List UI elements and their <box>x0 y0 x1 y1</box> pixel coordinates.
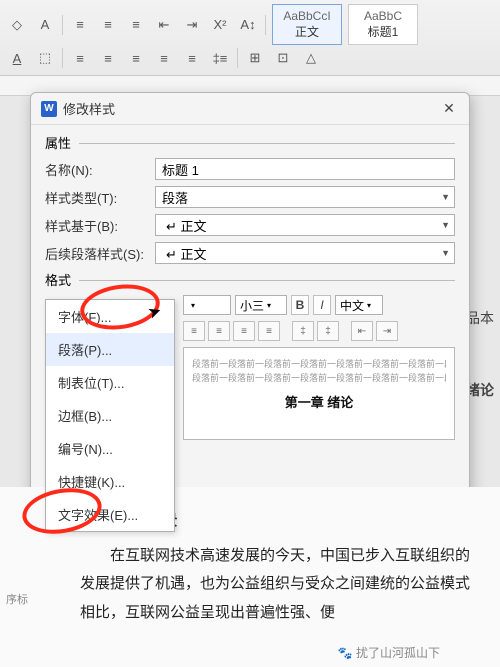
align-center-icon[interactable]: ≡ <box>97 48 119 68</box>
type-combo[interactable]: 段落▼ <box>155 186 455 208</box>
menu-numbering[interactable]: 编号(N)... <box>46 432 174 465</box>
spacing-before-btn[interactable]: ‡ <box>292 321 314 341</box>
behind-text-1: 品本 <box>466 308 494 328</box>
font-combo[interactable]: ▾ <box>183 295 231 315</box>
bullets-icon[interactable]: ≡ <box>69 15 91 35</box>
fill-color-icon[interactable]: ◇ <box>6 15 28 35</box>
indent-dec-icon[interactable]: ⇤ <box>153 15 175 35</box>
showmarks-icon[interactable]: A↕ <box>237 15 259 35</box>
doc-paragraph: 在互联网技术高速发展的今天，中国已步入互联组织的发展提供了机遇，也为公益组织与受… <box>80 542 470 628</box>
base-combo[interactable]: ↵ 正文▼ <box>155 214 455 236</box>
shading-icon[interactable]: ⬚ <box>34 48 56 68</box>
format-popup-menu: 字体(F)... 段落(P)... 制表位(T)... 边框(B)... 编号(… <box>45 299 175 532</box>
format-mini-toolbar: ▾ 小三▾ B I 中文▾ <box>183 295 455 315</box>
section-format: 格式 <box>45 270 455 289</box>
numbering-icon[interactable]: ≡ <box>97 15 119 35</box>
section-properties: 属性 <box>45 133 455 152</box>
menu-texteffect[interactable]: 文字效果(E)... <box>46 498 174 531</box>
align-justify-icon[interactable]: ≡ <box>153 48 175 68</box>
indent-dec-btn[interactable]: ⇤ <box>351 321 373 341</box>
style-chip-body[interactable]: AaBbCcI 正文 <box>272 4 342 45</box>
name-field[interactable] <box>155 158 455 180</box>
sidebar-label: 序标 <box>6 591 28 607</box>
shading2-icon[interactable]: △ <box>300 48 322 68</box>
ribbon-toolbar: ◇ A ≡ ≡ ≡ ⇤ ⇥ X² A↕ AaBbCcI 正文 AaBbC 标题1… <box>0 0 500 76</box>
bold-button[interactable]: B <box>291 295 309 315</box>
indent-inc-btn[interactable]: ⇥ <box>376 321 398 341</box>
watermark: 扰了山河孤山下 <box>338 644 440 661</box>
name-label: 名称(N): <box>45 160 155 179</box>
indent-inc-icon[interactable]: ⇥ <box>181 15 203 35</box>
paragraph-mini-toolbar: ≡ ≡ ≡ ≡ ‡ ‡ ⇤ ⇥ <box>183 321 455 341</box>
menu-paragraph[interactable]: 段落(P)... <box>46 333 174 366</box>
type-label: 样式类型(T): <box>45 188 155 207</box>
multilevel-icon[interactable]: ≡ <box>125 15 147 35</box>
menu-tabs[interactable]: 制表位(T)... <box>46 366 174 399</box>
next-label: 后续段落样式(S): <box>45 244 155 263</box>
close-icon[interactable]: ✕ <box>439 101 459 117</box>
align-justify-btn[interactable]: ≡ <box>258 321 280 341</box>
dialog-title: 修改样式 <box>63 99 439 118</box>
menu-shortcut[interactable]: 快捷键(K)... <box>46 465 174 498</box>
align-right-icon[interactable]: ≡ <box>125 48 147 68</box>
style-preview: 段落前一段落前一段落前一段落前一段落前一段落前一段落前一段落 段落前一段落前一段… <box>183 347 455 440</box>
sort-icon[interactable]: X² <box>209 15 231 35</box>
style-chip-heading1[interactable]: AaBbC 标题1 <box>348 4 418 45</box>
align-center-btn[interactable]: ≡ <box>208 321 230 341</box>
align-left-icon[interactable]: ≡ <box>69 48 91 68</box>
spacing-after-btn[interactable]: ‡ <box>317 321 339 341</box>
borders-icon[interactable]: ⊡ <box>272 48 294 68</box>
size-combo[interactable]: 小三▾ <box>235 295 287 315</box>
next-combo[interactable]: ↵ 正文▼ <box>155 242 455 264</box>
highlight-icon[interactable]: A <box>34 15 56 35</box>
base-label: 样式基于(B): <box>45 216 155 235</box>
lang-combo[interactable]: 中文▾ <box>335 295 383 315</box>
tabs-icon[interactable]: ⊞ <box>244 48 266 68</box>
font-color-icon[interactable]: A <box>6 48 28 68</box>
behind-text-2: 绪论 <box>466 380 494 400</box>
menu-border[interactable]: 边框(B)... <box>46 399 174 432</box>
modify-style-dialog: W 修改样式 ✕ 属性 名称(N): 样式类型(T): 段落▼ 样式基于(B):… <box>30 92 470 552</box>
linespacing-icon[interactable]: ‡≡ <box>209 48 231 68</box>
align-left-btn[interactable]: ≡ <box>183 321 205 341</box>
italic-button[interactable]: I <box>313 295 331 315</box>
align-right-btn[interactable]: ≡ <box>233 321 255 341</box>
distribute-icon[interactable]: ≡ <box>181 48 203 68</box>
app-icon: W <box>41 101 57 117</box>
dialog-titlebar: W 修改样式 ✕ <box>31 93 469 125</box>
